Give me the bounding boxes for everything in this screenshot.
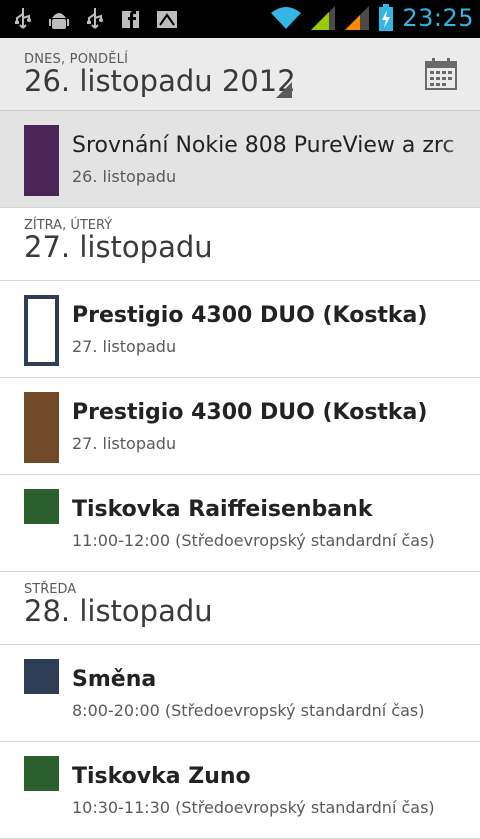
agenda-header[interactable]: DNES, PONDĚLÍ 26. listopadu 2012 (0, 38, 480, 111)
facebook-icon (122, 11, 139, 28)
event-title: Srovnání Nokie 808 PureView a zrcadlovky (72, 133, 456, 158)
agenda-list[interactable]: Srovnání Nokie 808 PureView a zrcadlovky… (0, 111, 480, 839)
event-item[interactable]: Tiskovka Raiffeisenbank 11:00-12:00 (Stř… (0, 475, 480, 572)
event-date: 27. listopadu (72, 337, 177, 356)
event-color-swatch (24, 659, 59, 694)
event-item[interactable]: Srovnání Nokie 808 PureView a zrcadlovky… (0, 111, 480, 208)
event-color-swatch (24, 392, 59, 463)
android-debug-icon (49, 13, 69, 29)
event-date: 27. listopadu (72, 434, 177, 453)
event-time: 8:00-20:00 (Středoevropský standardní ča… (72, 701, 425, 720)
event-title: Tiskovka Zuno (72, 764, 251, 789)
event-title: Tiskovka Raiffeisenbank (72, 497, 373, 522)
usb-icon (15, 8, 31, 29)
text-fade (440, 742, 480, 838)
app-icon (157, 11, 177, 28)
signal-icon (311, 6, 336, 30)
clock: 23:25 (402, 4, 474, 32)
event-time: 10:30-11:30 (Středoevropský standardní č… (72, 798, 435, 817)
text-fade (440, 378, 480, 474)
event-item[interactable]: Směna 8:00-20:00 (Středoevropský standar… (0, 645, 480, 742)
day-header: ZÍTRA, ÚTERÝ 27. listopadu (0, 208, 480, 281)
notification-icons (12, 6, 178, 32)
signal-icon (345, 6, 370, 30)
event-color-swatch (24, 756, 59, 791)
day-header-title: 27. listopadu (24, 230, 213, 264)
dropdown-indicator-icon[interactable] (276, 82, 292, 98)
text-fade (440, 111, 480, 207)
wifi-icon (271, 7, 302, 29)
header-date-title[interactable]: 26. listopadu 2012 (24, 64, 296, 98)
day-header: STŘEDA 28. listopadu (0, 572, 480, 645)
event-item[interactable]: Prestigio 4300 DUO (Kostka) 27. listopad… (0, 378, 480, 475)
battery-charging-icon (379, 4, 394, 31)
day-header-title: 28. listopadu (24, 594, 213, 628)
event-time: 11:00-12:00 (Středoevropský standardní č… (72, 531, 435, 550)
event-title: Prestigio 4300 DUO (Kostka) (72, 400, 428, 425)
system-icons: 23:25 (270, 4, 474, 32)
event-date: 26. listopadu (72, 167, 177, 186)
event-title: Směna (72, 667, 157, 692)
event-item[interactable]: Tiskovka Zuno 10:30-11:30 (Středoevropsk… (0, 742, 480, 839)
event-color-swatch (24, 295, 59, 366)
status-bar: 23:25 (0, 0, 480, 38)
event-color-swatch (24, 489, 59, 524)
text-fade (440, 645, 480, 741)
calendar-icon[interactable] (424, 57, 458, 91)
event-item[interactable]: Prestigio 4300 DUO (Kostka) 27. listopad… (0, 281, 480, 378)
event-title: Prestigio 4300 DUO (Kostka) (72, 303, 428, 328)
event-color-swatch (24, 125, 59, 196)
text-fade (440, 281, 480, 377)
usb-icon (87, 8, 103, 29)
text-fade (440, 475, 480, 571)
